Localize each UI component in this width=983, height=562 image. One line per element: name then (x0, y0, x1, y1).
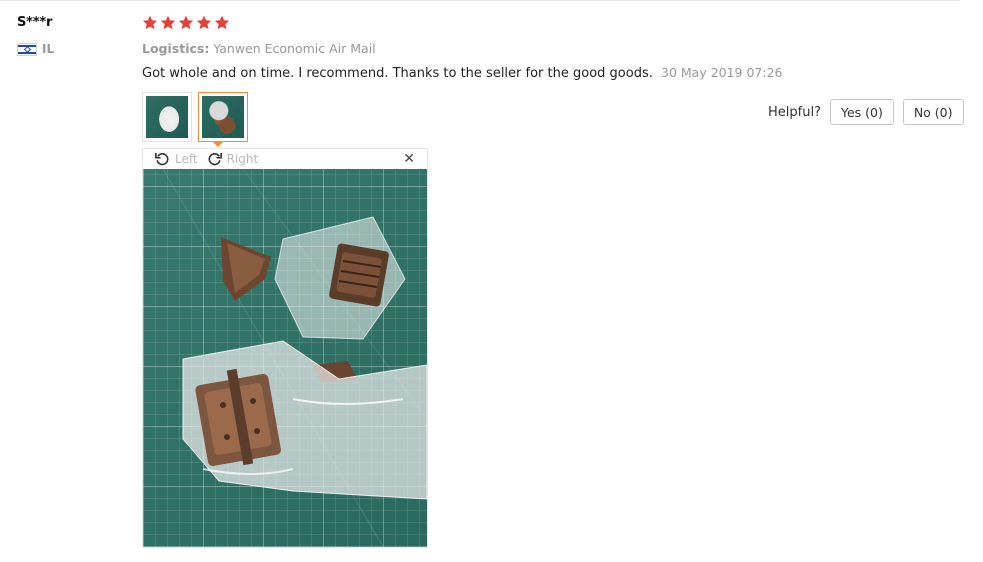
helpful-vote: Helpful? Yes (0) No (0) (768, 99, 964, 125)
close-icon[interactable]: ✕ (403, 152, 415, 166)
review-text: Got whole and on time. I recommend. Than… (142, 66, 653, 81)
rotate-right-icon (206, 151, 223, 167)
rotate-left-icon (154, 151, 171, 167)
active-thumb-indicator (213, 142, 223, 147)
logistics-value: Yanwen Economic Air Mail (213, 41, 376, 56)
star-icon (214, 15, 230, 30)
rotate-right-label: Right (226, 152, 259, 166)
review-date: 30 May 2019 07:26 (661, 65, 783, 80)
israel-flag-icon (17, 42, 37, 56)
rotate-left-label: Left (175, 152, 198, 166)
review-page: S***r IL Logistics: Yanwen Economic Air … (0, 0, 983, 562)
helpful-label: Helpful? (768, 104, 821, 120)
star-icon (178, 15, 194, 30)
viewer-toolbar: Left Right ✕ (143, 149, 427, 169)
review-photo (143, 169, 427, 547)
helpful-no-button[interactable]: No (0) (902, 99, 964, 125)
reviewer-country: IL (17, 42, 54, 56)
star-icon (196, 15, 212, 30)
photo-thumbnail[interactable] (142, 92, 192, 142)
star-icon (160, 15, 176, 30)
photo-thumbnails (142, 92, 248, 142)
star-icon (142, 15, 158, 30)
logistics-label: Logistics: (142, 41, 210, 56)
divider (0, 0, 960, 1)
logistics-info: Logistics: Yanwen Economic Air Mail (142, 41, 376, 56)
review-content: Got whole and on time. I recommend. Than… (142, 65, 783, 81)
star-rating (142, 15, 230, 30)
rotate-left-button[interactable]: Left (154, 151, 198, 167)
country-code: IL (42, 42, 55, 56)
helpful-yes-button[interactable]: Yes (0) (829, 99, 894, 125)
photo-thumbnail-active[interactable] (198, 92, 248, 142)
image-viewer: Left Right ✕ (142, 148, 428, 548)
reviewer-name: S***r (17, 15, 53, 30)
rotate-right-button[interactable]: Right (206, 151, 259, 167)
